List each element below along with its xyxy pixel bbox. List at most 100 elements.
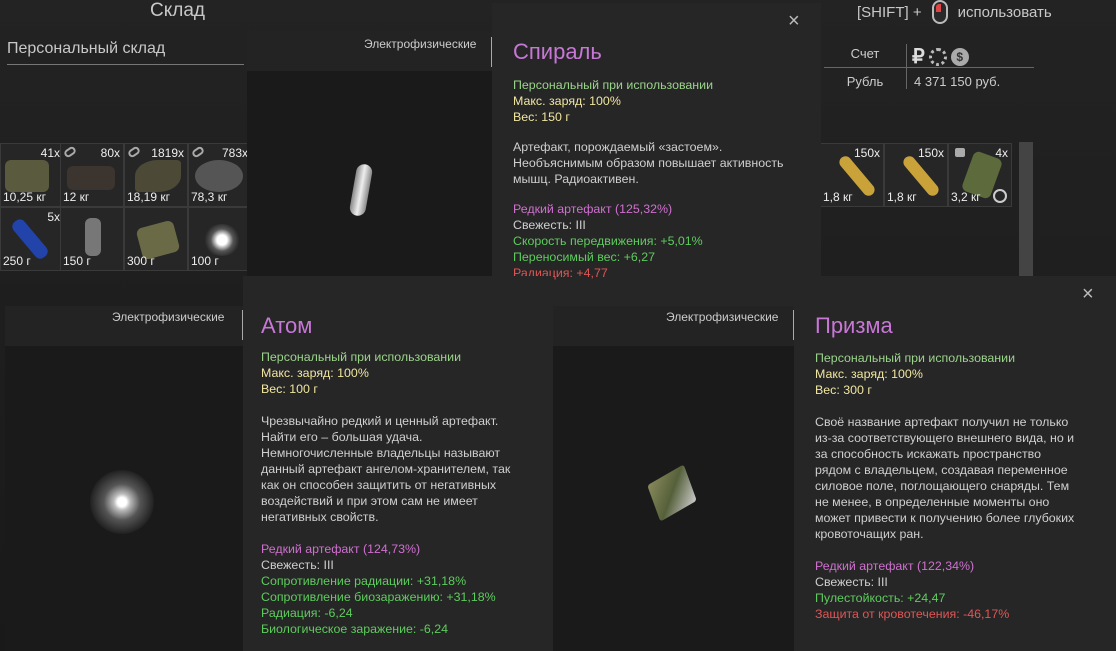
description-line: может привести к получению более глубоки… [815, 511, 1075, 525]
item-weight: 150 г [63, 254, 91, 268]
description-line: Чрезвычайно редкий и ценный артефакт. [261, 414, 499, 428]
weight-text: Вес: 100 г [261, 382, 318, 396]
description-line: не менее, в определенные моменты оно [815, 495, 1050, 509]
item-crate-icon [67, 166, 115, 190]
artifact-spiral-icon [348, 163, 374, 217]
use-label: использовать [957, 3, 1052, 21]
charge-text: Макс. заряд: 100% [513, 94, 621, 108]
item-weight: 12 кг [63, 190, 90, 204]
link-icon [62, 145, 78, 159]
tooltip-prism-image-pane: Электрофизические [553, 306, 795, 651]
inventory-slot[interactable]: 1819x 18,19 кг [124, 143, 188, 207]
rarity-text: Редкий артефакт (125,32%) [513, 202, 673, 216]
item-count: 150x [917, 146, 944, 160]
item-ammo-box-icon [5, 160, 49, 192]
stat-line: Радиация: -6,24 [261, 606, 353, 620]
tooltip-prism: × Призма Персональный при использовании … [794, 276, 1116, 651]
description-line: Немногочисленные владельцы называют [261, 446, 501, 460]
item-stones-icon [195, 160, 243, 192]
description-line: Артефакт, порождаемый «застоем». [513, 140, 723, 154]
currency-label: Рубль [846, 74, 884, 89]
artifact-atom-icon [203, 224, 241, 256]
category-label: Электрофизические [364, 37, 477, 51]
mouse-icon [931, 0, 948, 24]
description-line: мышц. Радиоактивен. [513, 172, 639, 186]
scrollbar[interactable] [1019, 142, 1033, 276]
description-line: силовое поле, поглощающего снаряды. Тем [815, 479, 1070, 493]
inventory-slot[interactable]: 4x 3,2 кг [948, 143, 1012, 207]
item-count: 150x [853, 146, 880, 160]
item-weight: 78,3 кг [191, 190, 228, 204]
lock-icon [955, 148, 965, 157]
item-count: 783x [221, 146, 248, 160]
item-leaf-icon [135, 160, 181, 192]
item-count: 5x [47, 210, 60, 224]
freshness-text: Свежесть: III [513, 218, 586, 232]
page-title: Склад [150, 0, 205, 21]
item-count: 1819x [151, 146, 184, 160]
charge-text: Макс. заряд: 100% [261, 366, 369, 380]
ruble-icon: ₽ [912, 46, 925, 68]
account-col-divider [906, 44, 907, 89]
stat-line: Защита от кровотечения: -46,17% [815, 607, 1010, 621]
tab-personal-storage[interactable]: Персональный склад [7, 40, 244, 65]
item-weight: 100 г [191, 254, 219, 268]
description-line: кровоточащих ран. [815, 527, 924, 541]
artifact-prism-icon [647, 464, 697, 522]
artifact-info: Персональный при использовании Макс. зар… [815, 350, 1074, 622]
inventory-slot[interactable]: 150x 1,8 кг [820, 143, 884, 207]
weight-text: Вес: 150 г [513, 110, 570, 124]
item-weight: 1,8 кг [887, 190, 917, 204]
clock-icon [993, 189, 1007, 203]
weight-text: Вес: 300 г [815, 383, 872, 397]
category-label: Электрофизические [666, 310, 779, 324]
stat-line: Сопротивление радиации: +31,18% [261, 574, 467, 588]
description-line: как он способен защитить от негативных [261, 478, 497, 492]
category-label: Электрофизические [112, 310, 225, 324]
inventory-slot[interactable]: 100 г [188, 207, 252, 271]
item-weight: 1,8 кг [823, 190, 853, 204]
inventory-slot[interactable]: 80x 12 кг [60, 143, 124, 207]
tooltip-atom-image-pane: Электрофизические [5, 306, 244, 651]
rarity-text: Редкий артефакт (124,73%) [261, 542, 421, 556]
tooltip-spiral: × Спираль Персональный при использовании… [492, 3, 821, 310]
link-icon [126, 145, 142, 159]
description-line: воздействий и при этом сам не имеет [261, 494, 478, 508]
item-weight: 300 г [127, 254, 155, 268]
artifact-info: Персональный при использовании Макс. зар… [513, 77, 783, 281]
inventory-slot[interactable]: 150x 1,8 кг [884, 143, 948, 207]
artifact-name: Атом [261, 313, 313, 338]
close-icon[interactable]: × [788, 11, 800, 31]
inventory-slot[interactable]: 300 г [124, 207, 188, 271]
item-weight: 10,25 кг [3, 190, 46, 204]
stat-line: Радиация: +4,77 [513, 266, 608, 280]
account-header: Счет [850, 46, 880, 61]
description-line: Необъяснимым образом повышает активность [513, 156, 784, 170]
gear-icon[interactable] [928, 47, 947, 66]
inventory-slot[interactable]: 150 г [60, 207, 124, 271]
stat-line: Переносимый вес: +6,27 [513, 250, 655, 264]
item-count: 80x [100, 146, 120, 160]
link-icon [190, 145, 206, 159]
coin-icon[interactable]: $ [950, 47, 969, 66]
stat-line: Биологическое заражение: -6,24 [261, 622, 449, 636]
inventory-slot[interactable]: 5x 250 г [0, 207, 64, 271]
charge-text: Макс. заряд: 100% [815, 367, 923, 381]
artifact-name: Спираль [513, 39, 602, 64]
rarity-text: Редкий артефакт (122,34%) [815, 559, 975, 573]
inventory-slot[interactable]: 783x 78,3 кг [188, 143, 252, 207]
binding-text: Персональный при использовании [261, 350, 461, 364]
money-balance: 4 371 150 руб. [914, 74, 1001, 89]
stat-line: Сопротивление биозаражению: +31,18% [261, 590, 496, 604]
artifact-atom-icon [90, 470, 154, 534]
binding-text: Персональный при использовании [815, 351, 1015, 365]
description-line: Найти его – большая удача. [261, 430, 423, 444]
stat-line: Пулестойкость: +24,47 [815, 591, 946, 605]
item-count: 41x [40, 146, 60, 160]
description-line: данный артефакт ангелом-хранителем, так [261, 462, 511, 476]
stat-line: Скорость передвижения: +5,01% [513, 234, 703, 248]
description-line: за способность искажать пространство [815, 447, 1042, 461]
inventory-slot[interactable]: 41x 10,25 кг [0, 143, 64, 207]
item-count: 4x [995, 146, 1008, 160]
close-icon[interactable]: × [1082, 284, 1094, 304]
